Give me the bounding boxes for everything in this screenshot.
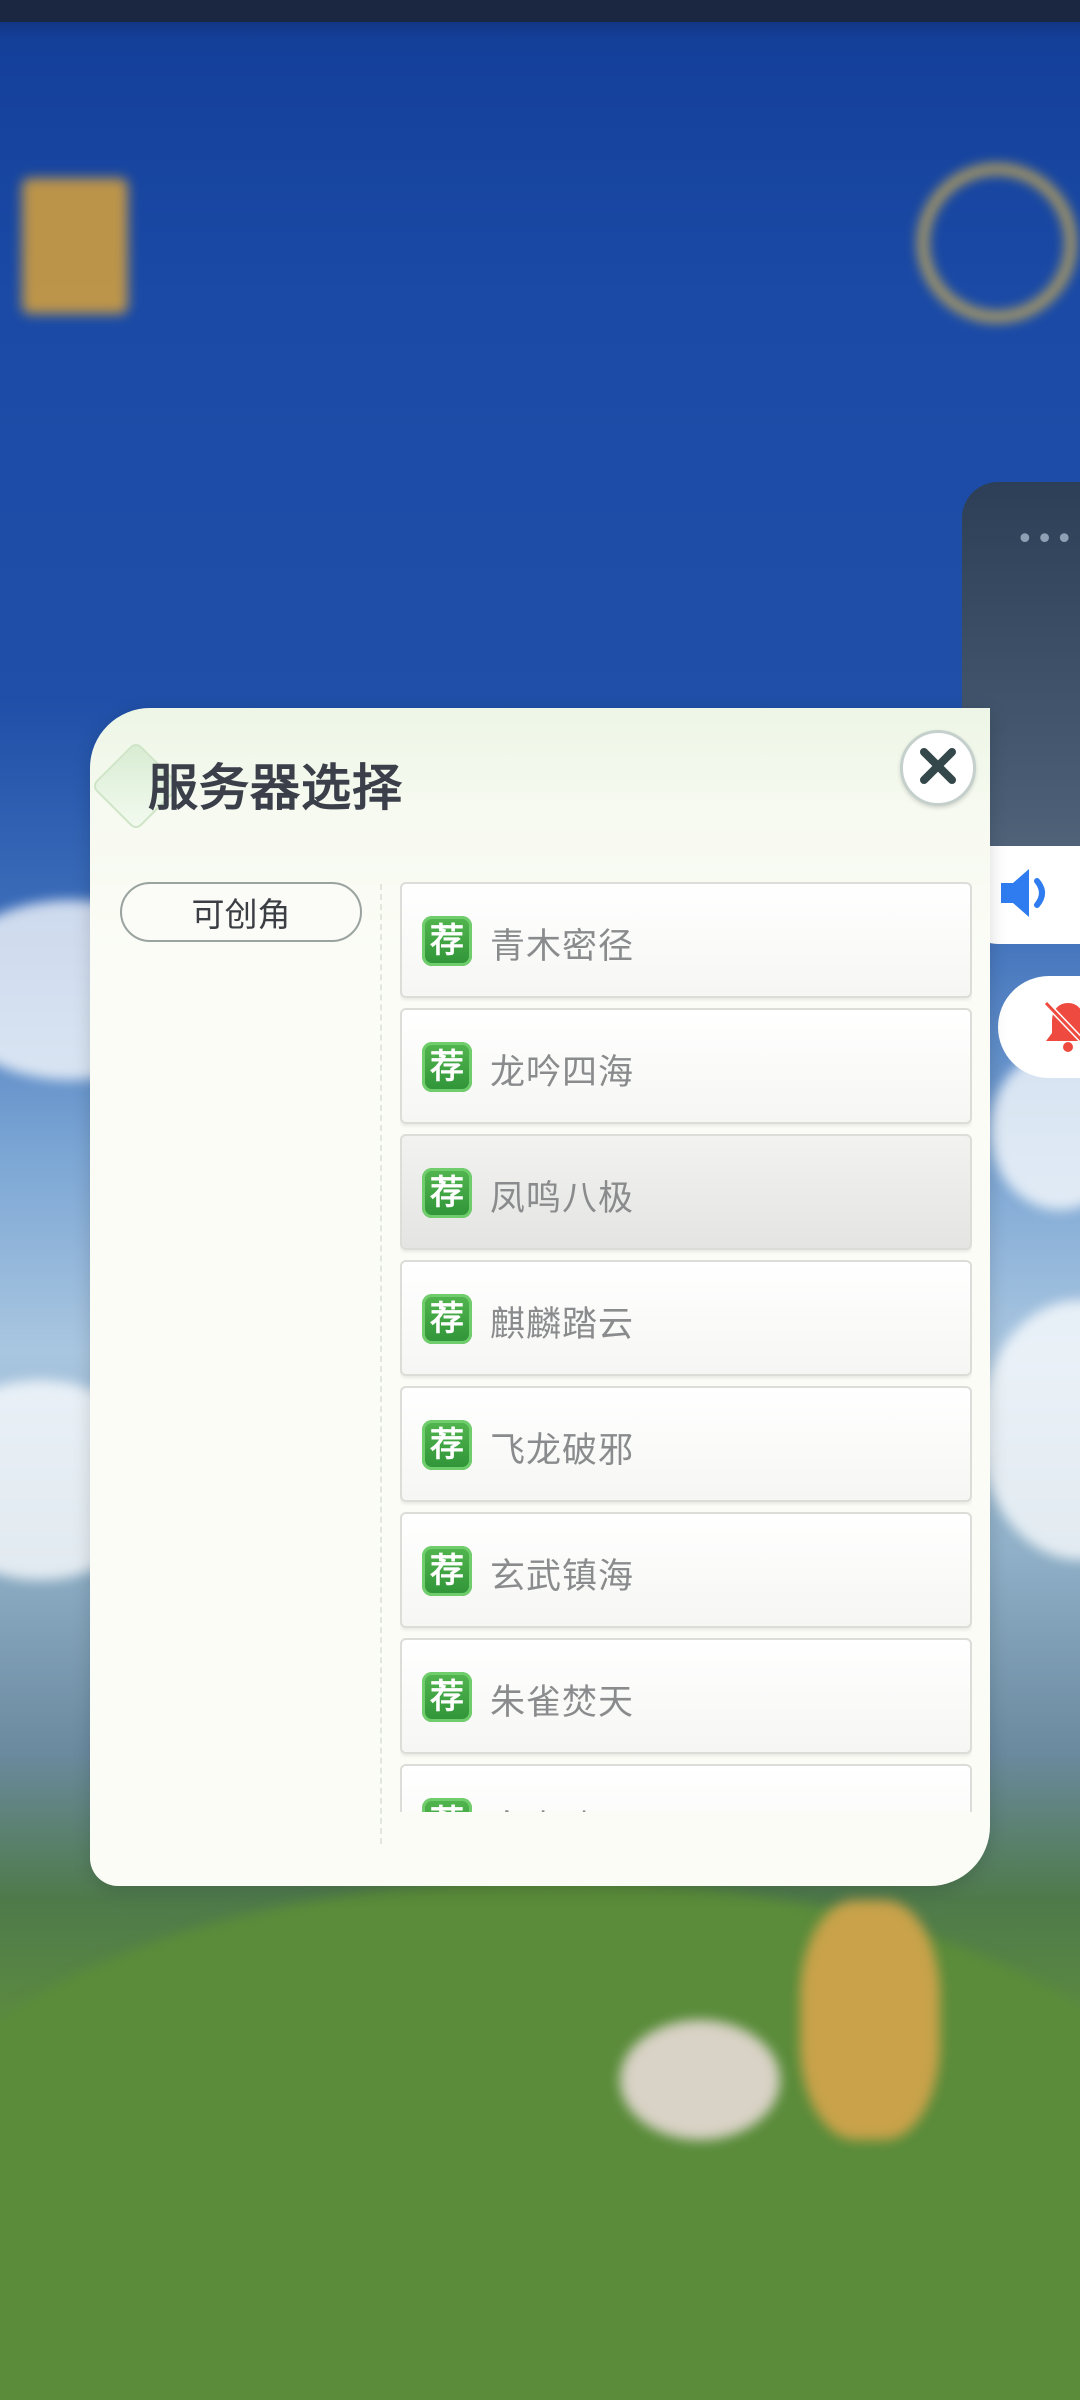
server-name: 龙吟四海 [490, 1053, 635, 1093]
background-emblem [918, 164, 1076, 322]
background-panda [620, 2020, 780, 2140]
status-bar [0, 0, 1080, 22]
recommended-badge: 荐 [422, 1546, 472, 1596]
divider [380, 884, 382, 1844]
server-item[interactable]: 荐 朱雀焚天 [400, 1638, 972, 1754]
background-character [800, 1900, 940, 2140]
server-item-selected[interactable]: 荐 凤鸣八极 [400, 1134, 972, 1250]
recommended-badge: 荐 [422, 1420, 472, 1470]
server-name: 青木密径 [490, 927, 635, 967]
background-cloud [980, 1300, 1080, 1560]
server-item[interactable]: 荐 龙吟四海 [400, 1008, 972, 1124]
server-item[interactable]: 荐 麒麟踏云 [400, 1260, 972, 1376]
recommended-badge: 荐 [422, 1168, 472, 1218]
server-item[interactable]: 荐 飞龙破邪 [400, 1386, 972, 1502]
server-item[interactable]: 荐 玄武镇海 [400, 1512, 972, 1628]
recommended-badge: 荐 [422, 1042, 472, 1092]
tab-can-create-character[interactable]: 可创角 [120, 882, 362, 942]
server-name: 玄武镇海 [490, 1557, 635, 1597]
recommended-badge: 荐 [422, 916, 472, 966]
close-button[interactable] [900, 730, 976, 806]
server-name: 白虎啸月 [490, 1800, 634, 1812]
game-screen: ••• 服务器选择 可创角 荐 青木密径 荐 龙吟四海 荐 凤鸣八极 荐 麒麟踏… [0, 0, 1080, 2400]
server-item[interactable]: 荐 青木密径 [400, 882, 972, 998]
server-name: 飞龙破邪 [490, 1431, 635, 1471]
mute-button[interactable] [998, 976, 1080, 1078]
server-name: 朱雀焚天 [490, 1683, 635, 1723]
background-game-logo [22, 178, 128, 314]
close-icon [916, 744, 960, 792]
recommended-badge: 荐 [422, 1672, 472, 1722]
recommended-badge: 荐 [422, 1798, 472, 1812]
server-name: 麒麟踏云 [490, 1305, 635, 1345]
bell-muted-icon [1042, 997, 1080, 1057]
recommended-badge: 荐 [422, 1294, 472, 1344]
more-dots-icon[interactable]: ••• [1016, 522, 1075, 557]
server-select-dialog: 服务器选择 可创角 荐 青木密径 荐 龙吟四海 荐 凤鸣八极 荐 麒麟踏云 荐 … [90, 708, 990, 1886]
dialog-title: 服务器选择 [148, 759, 403, 817]
volume-icon [997, 865, 1057, 925]
server-list[interactable]: 荐 青木密径 荐 龙吟四海 荐 凤鸣八极 荐 麒麟踏云 荐 飞龙破邪 荐 玄武镇… [400, 882, 972, 1812]
server-name: 凤鸣八极 [490, 1179, 635, 1219]
server-item[interactable]: 荐 白虎啸月 [400, 1764, 972, 1812]
